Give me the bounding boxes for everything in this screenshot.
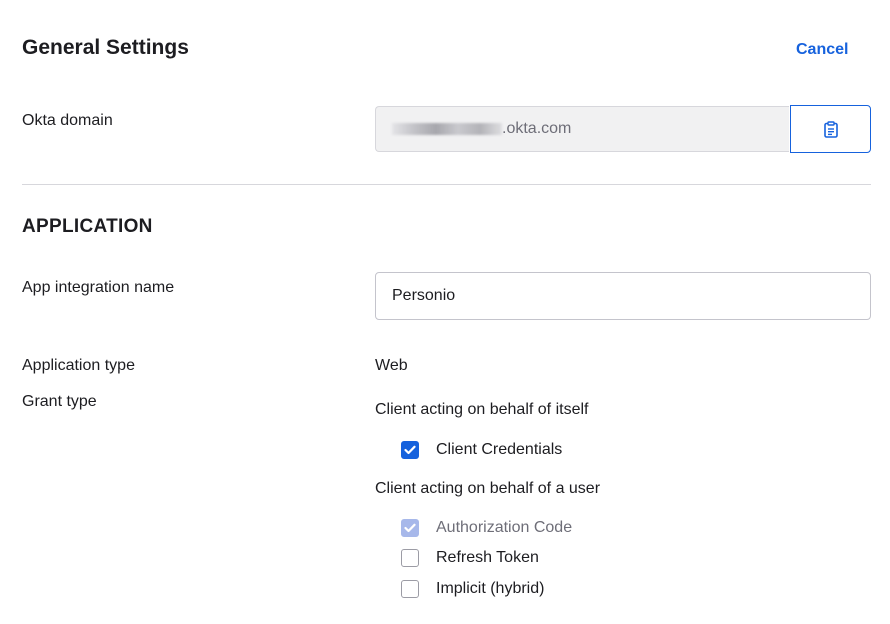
grant-option-client-credentials[interactable]: Client Credentials xyxy=(401,441,562,459)
integration-name-label: App integration name xyxy=(22,279,175,296)
grant-group-heading-user: Client acting on behalf of a user xyxy=(375,480,601,497)
checkmark-icon xyxy=(404,523,416,533)
okta-domain-suffix: .okta.com xyxy=(502,120,572,137)
grant-option-label: Refresh Token xyxy=(436,549,539,566)
checkbox-unchecked[interactable] xyxy=(401,580,419,598)
grant-option-label: Client Credentials xyxy=(436,441,563,458)
checkbox-unchecked[interactable] xyxy=(401,549,419,567)
okta-domain-label: Okta domain xyxy=(22,112,113,129)
grant-group-heading-itself: Client acting on behalf of itself xyxy=(375,401,589,418)
redacted-domain-prefix xyxy=(392,123,502,135)
application-type-label: Application type xyxy=(22,357,135,374)
checkmark-icon xyxy=(404,445,416,455)
checkbox-checked-disabled xyxy=(401,519,419,537)
grant-option-label: Authorization Code xyxy=(436,519,573,536)
clipboard-icon xyxy=(823,120,838,138)
section-divider xyxy=(22,184,871,185)
integration-name-input[interactable] xyxy=(375,272,871,320)
page-title: General Settings xyxy=(22,36,189,59)
copy-domain-button[interactable] xyxy=(790,105,871,153)
grant-type-label: Grant type xyxy=(22,393,97,410)
grant-option-implicit-hybrid[interactable]: Implicit (hybrid) xyxy=(401,580,544,598)
grant-option-refresh-token[interactable]: Refresh Token xyxy=(401,549,539,567)
checkbox-checked[interactable] xyxy=(401,441,419,459)
application-type-value: Web xyxy=(375,357,408,374)
cancel-button[interactable]: Cancel xyxy=(796,41,848,59)
application-section-title: APPLICATION xyxy=(22,216,153,237)
grant-option-authorization-code: Authorization Code xyxy=(401,519,572,537)
grant-option-label: Implicit (hybrid) xyxy=(436,580,545,597)
okta-domain-field: .okta.com xyxy=(375,106,789,152)
